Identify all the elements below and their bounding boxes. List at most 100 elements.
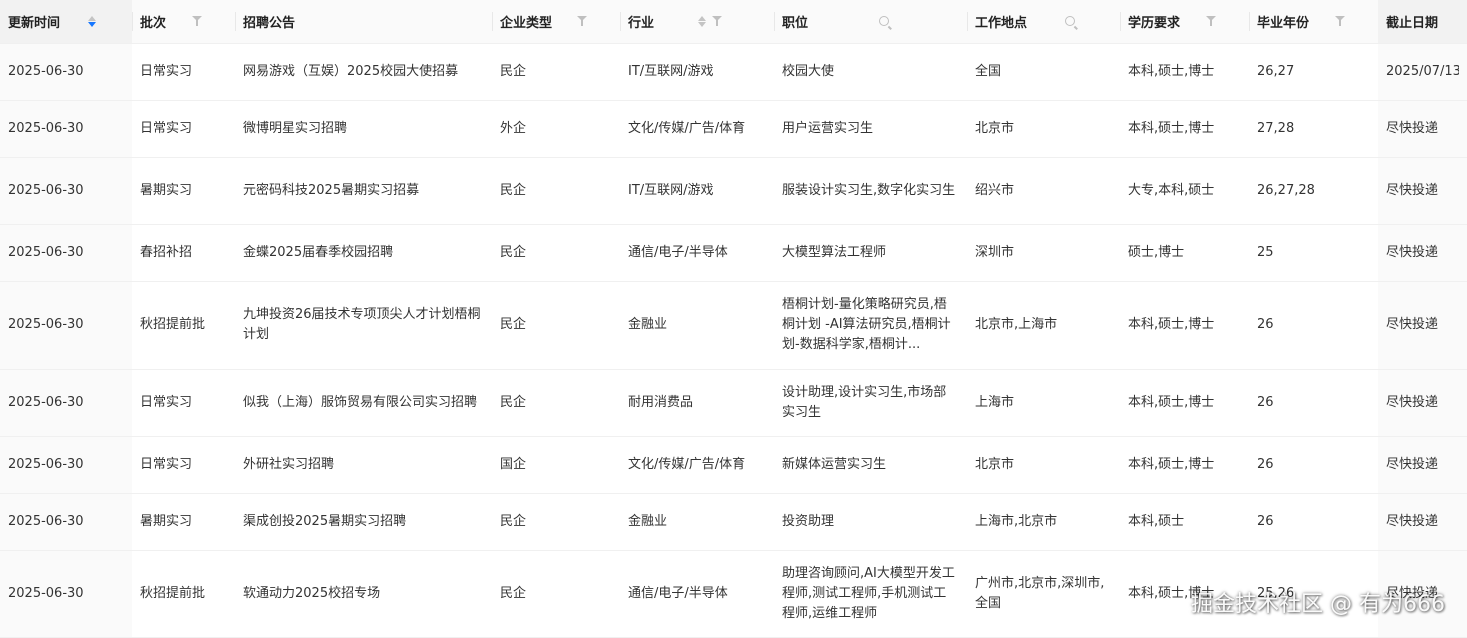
table-row[interactable]: 2025-06-30 春招补招 金蝶2025届春季校园招聘 民企 通信/电子/半导体 大模… (0, 224, 1467, 282)
batch-cell-text: 日常实习 (140, 456, 193, 472)
announcement-cell[interactable]: 金蝶2025届春季校园招聘 (235, 224, 492, 282)
table-row[interactable]: 2025-06-30 秋招提前批 九坤投资26届技术专项顶尖人才计划梧桐计划 民企 金融… (0, 281, 1467, 370)
update-time-cell-text: 2025-06-30 (8, 394, 84, 410)
announcement-cell[interactable]: 渠成创投2025暑期实习招聘 (235, 493, 492, 551)
filter-icon[interactable] (1334, 16, 1345, 27)
column-header-update-time[interactable]: 更新时间 (0, 0, 132, 44)
position-cell: 服装设计实习生,数字化实习生 (774, 157, 967, 225)
filter-icon[interactable] (712, 16, 722, 27)
batch-cell: 日常实习 (132, 100, 235, 158)
graduation-year-cell: 26,27 (1249, 43, 1378, 101)
education-cell-text: 本科,硕士,博士 (1128, 63, 1215, 79)
job-table: 更新时间 批次 招聘公告 企业类型 行业 职位 工作地点 学历要求 毕业年份 截… (0, 0, 1467, 638)
industry-cell-text: 文化/传媒/广告/体育 (628, 120, 746, 136)
sort-icon[interactable] (698, 15, 706, 27)
batch-cell: 日常实习 (132, 43, 235, 101)
table-row[interactable]: 2025-06-30 日常实习 微博明星实习招聘 外企 文化/传媒/广告/体育 用户运营实… (0, 100, 1467, 158)
deadline-cell: 尽快投递 (1378, 281, 1467, 370)
education-cell: 本科,硕士,博士 (1120, 369, 1249, 437)
position-cell: 梧桐计划-量化策略研究员,梧桐计划 -AI算法研究员,梧桐计划-数据科学家,梧桐… (774, 281, 967, 370)
column-header-company-type[interactable]: 企业类型 (492, 0, 620, 44)
announcement-cell[interactable]: 外研社实习招聘 (235, 436, 492, 494)
announcement-cell[interactable]: 似我（上海）服饰贸易有限公司实习招聘 (235, 369, 492, 437)
graduation-year-cell: 25 (1249, 224, 1378, 282)
filter-icon[interactable] (577, 16, 587, 27)
table-row[interactable]: 2025-06-30 暑期实习 渠成创投2025暑期实习招聘 民企 金融业 投资助理 上海市… (0, 493, 1467, 551)
company-type-cell-text: 民企 (500, 63, 527, 79)
deadline-cell-text: 尽快投递 (1386, 513, 1439, 529)
graduation-year-cell-text: 26,27 (1257, 63, 1295, 79)
update-time-cell-text: 2025-06-30 (8, 317, 84, 332)
column-label: 工作地点 (975, 15, 1028, 31)
industry-cell: 通信/电子/半导体 (620, 550, 774, 638)
column-label: 毕业年份 (1257, 15, 1310, 31)
update-time-cell: 2025-06-30 (0, 369, 132, 437)
column-header-position[interactable]: 职位 (774, 0, 967, 44)
filter-icon[interactable] (1205, 16, 1216, 27)
company-type-cell-text: 民企 (500, 513, 527, 529)
batch-cell-text: 暑期实习 (140, 513, 193, 529)
deadline-cell-text: 尽快投递 (1386, 244, 1439, 260)
update-time-cell-text: 2025-06-30 (8, 182, 84, 198)
location-cell: 绍兴市 (967, 157, 1120, 225)
location-cell-text: 绍兴市 (975, 182, 1015, 198)
position-cell-text: 新媒体运营实习生 (782, 456, 887, 472)
table-row[interactable]: 2025-06-30 日常实习 似我（上海）服饰贸易有限公司实习招聘 民企 耐用消费品 设… (0, 369, 1467, 437)
update-time-cell-text: 2025-06-30 (8, 513, 84, 529)
update-time-cell: 2025-06-30 (0, 157, 132, 225)
column-label: 截止日期 (1386, 15, 1439, 31)
graduation-year-cell: 26 (1249, 436, 1378, 494)
table-row[interactable]: 2025-06-30 日常实习 外研社实习招聘 国企 文化/传媒/广告/体育 新媒体运营实… (0, 436, 1467, 494)
update-time-cell: 2025-06-30 (0, 224, 132, 282)
announcement-cell-text: 网易游戏（互娱）2025校园大使招募 (243, 63, 459, 79)
industry-cell-text: 金融业 (628, 317, 668, 332)
announcement-cell[interactable]: 九坤投资26届技术专项顶尖人才计划梧桐计划 (235, 281, 492, 370)
column-header-education[interactable]: 学历要求 (1120, 0, 1249, 44)
table-row[interactable]: 2025-06-30 日常实习 网易游戏（互娱）2025校园大使招募 民企 IT/互联网… (0, 43, 1467, 101)
position-cell: 大模型算法工程师 (774, 224, 967, 282)
sort-icon[interactable] (88, 15, 96, 27)
search-icon[interactable] (878, 16, 889, 27)
batch-cell: 春招补招 (132, 224, 235, 282)
announcement-cell[interactable]: 软通动力2025校招专场 (235, 550, 492, 638)
location-cell-text: 上海市,北京市 (975, 513, 1058, 529)
header-row: 更新时间 批次 招聘公告 企业类型 行业 职位 工作地点 学历要求 毕业年份 截… (0, 0, 1467, 44)
announcement-cell-text: 渠成创投2025暑期实习招聘 (243, 513, 407, 529)
search-icon[interactable] (1064, 16, 1075, 27)
deadline-cell-text: 尽快投递 (1386, 317, 1439, 332)
industry-cell: 金融业 (620, 281, 774, 370)
filter-icon[interactable] (191, 16, 202, 27)
industry-cell: IT/互联网/游戏 (620, 157, 774, 225)
location-cell: 北京市 (967, 436, 1120, 494)
industry-cell-text: 通信/电子/半导体 (628, 585, 728, 601)
announcement-cell[interactable]: 元密码科技2025暑期实习招募 (235, 157, 492, 225)
graduation-year-cell: 27,28 (1249, 100, 1378, 158)
industry-cell: 文化/传媒/广告/体育 (620, 436, 774, 494)
company-type-cell-text: 国企 (500, 456, 527, 472)
column-header-industry[interactable]: 行业 (620, 0, 774, 44)
location-cell-text: 深圳市 (975, 244, 1015, 260)
location-cell: 深圳市 (967, 224, 1120, 282)
column-header-graduation-year[interactable]: 毕业年份 (1249, 0, 1378, 44)
update-time-cell: 2025-06-30 (0, 436, 132, 494)
education-cell-text: 本科,硕士,博士 (1128, 456, 1215, 472)
company-type-cell-text: 民企 (500, 244, 527, 260)
deadline-cell-text: 尽快投递 (1386, 182, 1439, 198)
batch-cell-text: 秋招提前批 (140, 317, 206, 332)
announcement-cell[interactable]: 网易游戏（互娱）2025校园大使招募 (235, 43, 492, 101)
column-header-location[interactable]: 工作地点 (967, 0, 1120, 44)
update-time-cell-text: 2025-06-30 (8, 456, 84, 472)
announcement-cell[interactable]: 微博明星实习招聘 (235, 100, 492, 158)
graduation-year-cell-text: 25 (1257, 244, 1274, 260)
position-cell-text: 助理咨询顾问,AI大模型开发工程师,测试工程师,手机测试工程师,运维工程师 (782, 565, 955, 621)
education-cell: 大专,本科,硕士 (1120, 157, 1249, 225)
company-type-cell-text: 民企 (500, 585, 527, 601)
table-row[interactable]: 2025-06-30 暑期实习 元密码科技2025暑期实习招募 民企 IT/互联网/游戏… (0, 157, 1467, 225)
location-cell-text: 北京市 (975, 120, 1015, 136)
batch-cell-text: 暑期实习 (140, 182, 193, 198)
column-header-deadline: 截止日期 (1378, 0, 1467, 44)
graduation-year-cell-text: 26 (1257, 394, 1274, 410)
education-cell-text: 大专,本科,硕士 (1128, 182, 1215, 198)
column-header-batch[interactable]: 批次 (132, 0, 235, 44)
location-cell-text: 全国 (975, 63, 1002, 79)
